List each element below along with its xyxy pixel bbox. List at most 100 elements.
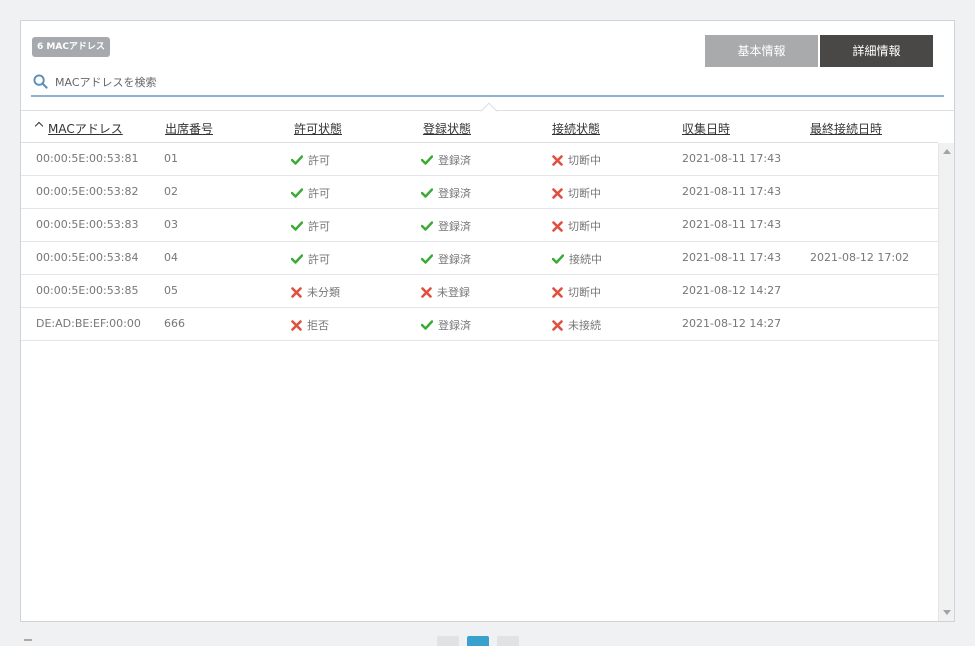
cell-registration: 登録済: [421, 185, 471, 201]
table-row[interactable]: 00:00:5E:00:53:81 01 許可 登録済 切断中 2021-08-11 17…: [21, 143, 938, 176]
cell-permit: 許可: [291, 152, 330, 168]
cross-icon: [552, 319, 563, 331]
mac-address-panel: 6 MACアドレス 基本情報 詳細情報 MACアドレス 出席番号 許可状態 登録…: [20, 20, 955, 622]
column-header-seat[interactable]: 出席番号: [165, 120, 213, 137]
cell-permit: 拒否: [291, 317, 329, 333]
check-icon: [291, 188, 303, 198]
cell-collected: 2021-08-12 14:27: [682, 317, 782, 330]
cell-registration-text: 登録済: [438, 220, 471, 233]
cell-connection: 切断中: [552, 185, 601, 201]
cell-registration: 登録済: [421, 218, 471, 234]
table-row[interactable]: 00:00:5E:00:53:82 02 許可 登録済 切断中 2021-08-11 17…: [21, 176, 938, 209]
cell-connection: 切断中: [552, 284, 601, 300]
scroll-up-icon[interactable]: [943, 149, 951, 154]
column-header-registration[interactable]: 登録状態: [423, 120, 471, 137]
page-next-button[interactable]: [497, 636, 519, 646]
cell-mac: 00:00:5E:00:53:83: [36, 218, 139, 231]
check-icon: [552, 254, 564, 264]
cross-icon: [552, 286, 563, 298]
table-row[interactable]: 00:00:5E:00:53:84 04 許可 登録済 接続中 2021-08-11 17…: [21, 242, 938, 275]
check-icon: [421, 188, 433, 198]
search-input[interactable]: [55, 73, 915, 91]
cell-permit-text: 拒否: [307, 319, 329, 332]
cell-collected: 2021-08-12 14:27: [682, 284, 782, 297]
column-header-collected[interactable]: 収集日時: [682, 120, 730, 137]
check-icon: [291, 221, 303, 231]
cell-connection: 未接続: [552, 317, 601, 333]
cross-icon: [552, 154, 563, 166]
cell-seat: 05: [164, 284, 178, 297]
check-icon: [291, 254, 303, 264]
cell-registration-text: 登録済: [438, 154, 471, 167]
cell-mac: DE:AD:BE:EF:00:00: [36, 317, 141, 330]
search-icon: [33, 74, 48, 89]
table-row[interactable]: DE:AD:BE:EF:00:00 666 拒否 登録済 未接続 2021-08-12 1…: [21, 308, 938, 341]
table-row[interactable]: 00:00:5E:00:53:85 05 未分類 未登録 切断中 2021-08-12 1…: [21, 275, 938, 308]
page-prev-button[interactable]: [437, 636, 459, 646]
search-bar: [31, 67, 944, 97]
cross-icon: [291, 286, 302, 298]
cell-connection-text: 切断中: [568, 286, 601, 299]
cell-registration: 登録済: [421, 251, 471, 267]
cell-connection: 切断中: [552, 218, 601, 234]
pagination: [437, 636, 527, 646]
cell-collected: 2021-08-11 17:43: [682, 185, 782, 198]
cell-permit: 許可: [291, 185, 330, 201]
cell-connection: 接続中: [552, 251, 602, 267]
cell-registration-text: 登録済: [438, 319, 471, 332]
detail-info-button[interactable]: 詳細情報: [820, 35, 933, 67]
cell-connection-text: 切断中: [568, 154, 601, 167]
cell-connection: 切断中: [552, 152, 601, 168]
cell-permit: 許可: [291, 251, 330, 267]
cell-registration: 登録済: [421, 317, 471, 333]
cross-icon: [552, 220, 563, 232]
view-toggle: 基本情報 詳細情報: [705, 35, 933, 67]
table-header: MACアドレス 出席番号 許可状態 登録状態 接続状態 収集日時 最終接続日時: [21, 113, 938, 143]
cross-icon: [291, 319, 302, 331]
cell-permit-text: 許可: [308, 253, 330, 266]
vertical-scrollbar[interactable]: [938, 143, 954, 621]
cell-seat: 04: [164, 251, 178, 264]
cell-permit: 許可: [291, 218, 330, 234]
cell-connection-text: 接続中: [569, 253, 602, 266]
cell-collected: 2021-08-11 17:43: [682, 152, 782, 165]
check-icon: [421, 221, 433, 231]
cross-icon: [552, 187, 563, 199]
table-row[interactable]: 00:00:5E:00:53:83 03 許可 登録済 切断中 2021-08-11 17…: [21, 209, 938, 242]
cell-permit-text: 許可: [308, 187, 330, 200]
check-icon: [421, 254, 433, 264]
mac-count-badge: 6 MACアドレス: [32, 37, 110, 57]
check-icon: [291, 155, 303, 165]
cell-connection-text: 未接続: [568, 319, 601, 332]
check-icon: [421, 320, 433, 330]
cell-registration: 登録済: [421, 152, 471, 168]
cell-mac: 00:00:5E:00:53:81: [36, 152, 139, 165]
check-icon: [421, 155, 433, 165]
cell-collected: 2021-08-11 17:43: [682, 218, 782, 231]
cell-connection-text: 切断中: [568, 220, 601, 233]
column-header-permit[interactable]: 許可状態: [294, 120, 342, 137]
cell-seat: 02: [164, 185, 178, 198]
cell-last-connected: 2021-08-12 17:02: [810, 251, 910, 264]
scroll-down-icon[interactable]: [943, 610, 951, 615]
cell-permit-text: 未分類: [307, 286, 340, 299]
cell-seat: 666: [164, 317, 185, 330]
page-current-button[interactable]: [467, 636, 489, 646]
cell-mac: 00:00:5E:00:53:84: [36, 251, 139, 264]
cell-registration: 未登録: [421, 284, 470, 300]
cell-mac: 00:00:5E:00:53:85: [36, 284, 139, 297]
column-header-last-connected[interactable]: 最終接続日時: [810, 120, 882, 137]
cell-registration-text: 未登録: [437, 286, 470, 299]
cell-permit: 未分類: [291, 284, 340, 300]
cross-icon: [421, 286, 432, 298]
cell-permit-text: 許可: [308, 154, 330, 167]
cell-seat: 01: [164, 152, 178, 165]
cell-registration-text: 登録済: [438, 253, 471, 266]
sort-ascending-icon[interactable]: [34, 121, 44, 131]
column-header-mac[interactable]: MACアドレス: [48, 120, 123, 137]
cell-mac: 00:00:5E:00:53:82: [36, 185, 139, 198]
table-body: 00:00:5E:00:53:81 01 許可 登録済 切断中 2021-08-11 17…: [21, 143, 938, 341]
column-header-connection[interactable]: 接続状態: [552, 120, 600, 137]
cell-seat: 03: [164, 218, 178, 231]
basic-info-button[interactable]: 基本情報: [705, 35, 818, 67]
